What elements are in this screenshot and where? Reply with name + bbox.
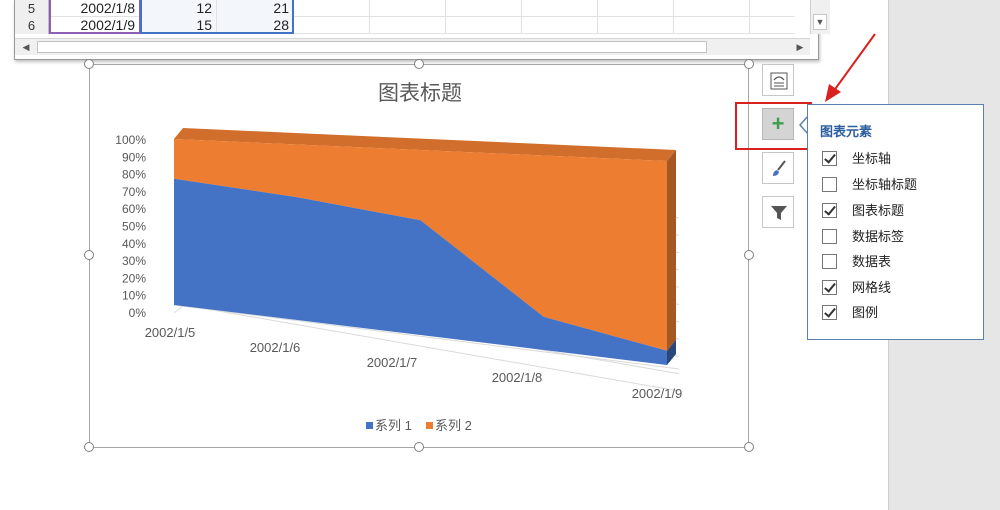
selection-range-values [140,0,294,34]
cell-empty[interactable] [370,0,446,17]
option-data-labels[interactable]: 数据标签 [822,228,982,246]
chart-layout-icon [770,72,788,90]
chart-elements-panel: 图表元素 坐标轴 坐标轴标题 图表标题 数据标签 数据表 网格线 图例 [807,104,984,340]
horizontal-scrollbar[interactable]: ◀ ▶ [15,38,810,55]
option-axis-titles[interactable]: 坐标轴标题 [822,176,982,194]
cell-empty[interactable] [294,17,370,34]
y-tick-label: 50% [122,220,146,234]
resize-handle-se[interactable] [744,442,754,452]
cell-empty[interactable] [370,17,446,34]
option-axes[interactable]: 坐标轴 [822,150,982,168]
x-tick-label: 2002/1/5 [145,325,196,340]
scroll-thumb[interactable] [37,41,707,53]
cell-empty[interactable] [598,0,674,17]
filter-icon [771,206,787,220]
checkbox[interactable] [822,280,837,295]
option-label[interactable]: 图表标题 [852,202,904,220]
checkbox[interactable] [822,254,837,269]
chart-area[interactable]: 图表标题 0% 10% 20% 30% 40% 50% 60% 70% 80% 90% 100% 20… [89,64,749,448]
layout-options-button[interactable] [762,64,794,96]
y-tick-label: 80% [122,168,146,182]
resize-handle-sw[interactable] [84,442,94,452]
legend-swatch [366,422,373,429]
chart-styles-button[interactable] [762,152,794,184]
resize-handle-ne[interactable] [744,59,754,69]
checkbox[interactable] [822,229,837,244]
plus-icon: + [771,111,785,136]
cell-empty[interactable] [446,17,522,34]
resize-handle-e[interactable] [744,250,754,260]
cell-empty[interactable] [294,0,370,17]
option-label[interactable]: 数据标签 [852,228,904,246]
legend-swatch [426,422,433,429]
chart-filters-button[interactable] [762,196,794,228]
flyout-title: 图表元素 [820,124,873,139]
y-tick-label: 40% [122,237,146,251]
y-tick-label: 90% [122,150,146,164]
resize-handle-n[interactable] [414,59,424,69]
checkbox[interactable] [822,203,837,218]
y-tick-label: 0% [129,306,147,320]
sheet-grid: 5 2002/1/8 12 21 6 2002/1/9 15 28 [15,0,826,34]
checkbox[interactable] [822,177,837,192]
cell-empty[interactable] [522,0,598,17]
chart-plot[interactable]: 0% 10% 20% 30% 40% 50% 60% 70% 80% 90% 100% 2002/1/… [90,65,750,449]
red-arrow-annotation [825,33,876,102]
legend-label: 系列 2 [435,418,472,433]
x-tick-label: 2002/1/6 [250,340,301,355]
y-tick-label: 10% [122,289,146,303]
selection-range-categories [49,0,141,34]
option-label[interactable]: 坐标轴标题 [852,176,917,194]
chart-elements-button[interactable]: + [762,108,794,140]
resize-handle-s[interactable] [414,442,424,452]
option-legend[interactable]: 图例 [822,304,982,322]
x-tick-label: 2002/1/7 [367,355,418,370]
checkbox[interactable] [822,151,837,166]
resize-handle-w[interactable] [84,250,94,260]
spreadsheet-window: 5 2002/1/8 12 21 6 2002/1/9 15 28 ▼ ◀ ▶ [14,0,830,60]
brush-icon [773,160,786,176]
y-tick-label: 30% [122,254,146,268]
series-2-side-face [667,150,676,351]
checkbox[interactable] [822,305,837,320]
legend-label: 系列 1 [375,418,412,433]
scroll-left-icon[interactable]: ◀ [19,40,33,54]
row-header[interactable]: 5 [15,0,49,17]
scroll-right-icon[interactable]: ▶ [793,40,807,54]
y-tick-label: 70% [122,185,146,199]
option-label[interactable]: 网格线 [852,279,891,297]
cell-empty[interactable] [674,17,750,34]
x-tick-label: 2002/1/9 [632,386,683,401]
row-header[interactable]: 6 [15,17,49,34]
y-tick-label: 100% [115,133,146,147]
option-label[interactable]: 图例 [852,304,878,322]
option-gridlines[interactable]: 网格线 [822,279,982,297]
y-tick-label: 20% [122,271,146,285]
option-label[interactable]: 坐标轴 [852,150,891,168]
cell-empty[interactable] [446,0,522,17]
option-data-table[interactable]: 数据表 [822,253,982,271]
resize-handle-nw[interactable] [84,59,94,69]
cell-empty[interactable] [674,0,750,17]
y-tick-label: 60% [122,202,146,216]
option-label[interactable]: 数据表 [852,253,891,271]
option-chart-title[interactable]: 图表标题 [822,202,982,220]
cell-empty[interactable] [598,17,674,34]
cell-empty[interactable] [522,17,598,34]
x-tick-label: 2002/1/8 [492,370,543,385]
